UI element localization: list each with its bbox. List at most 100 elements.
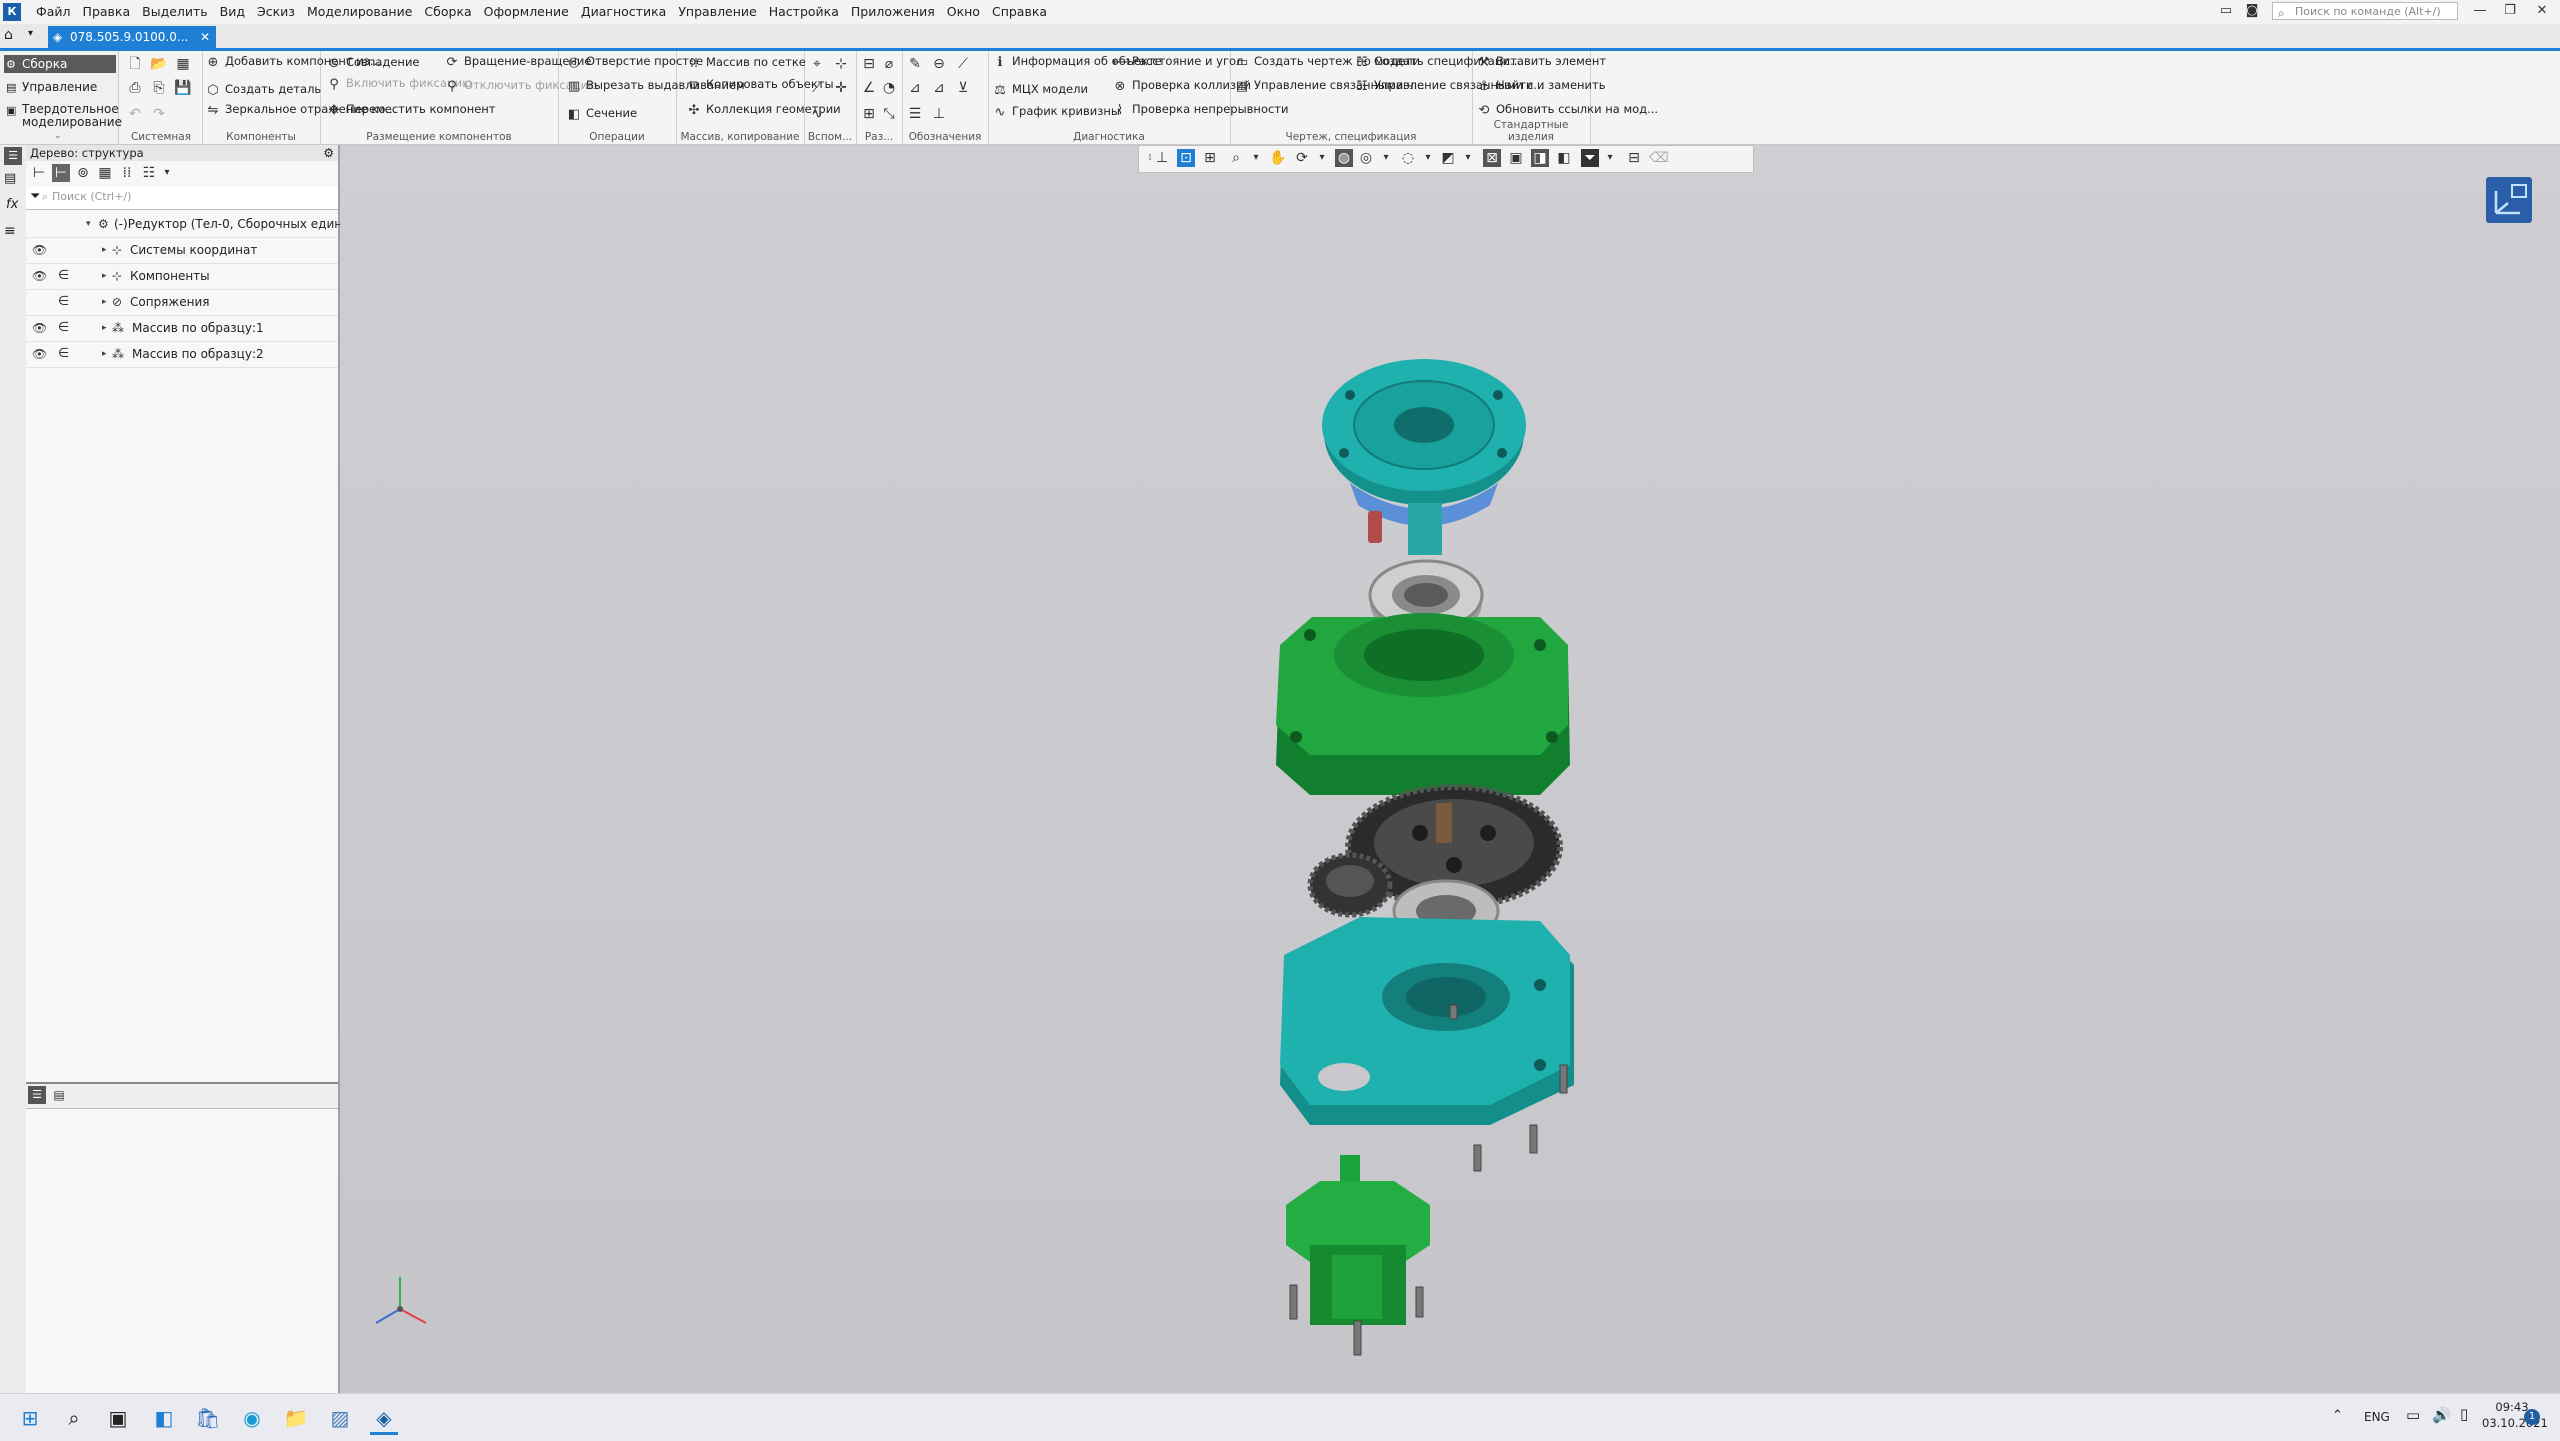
view-cube-toggle-icon[interactable]: ▣ <box>1507 149 1525 167</box>
position-icon[interactable]: ⊻ <box>954 79 972 97</box>
chevron-down-icon[interactable]: ▾ <box>1419 149 1437 167</box>
manage-linked-drawings-button[interactable]: ▤ Управление связанными ч... <box>1234 79 1425 94</box>
tree-list-icon[interactable]: ☷ <box>140 164 158 182</box>
section-view-icon[interactable]: ◩ <box>1439 149 1457 167</box>
move-component-button[interactable]: ✥ Переместить компонент <box>326 103 496 118</box>
variables-fx-icon[interactable]: fx <box>6 197 18 212</box>
aux-curve-icon[interactable]: ∿ <box>808 105 826 123</box>
aux-line-icon[interactable]: ⟋ <box>808 79 826 97</box>
dimension-leader-icon[interactable]: ⤡ <box>880 105 898 123</box>
top-cover-part[interactable] <box>1322 359 1526 555</box>
gear-icon[interactable]: ⚙ <box>323 145 334 161</box>
coincidence-button[interactable]: ⊜ Совпадение <box>326 56 436 71</box>
chevron-right-icon[interactable]: ▸ <box>102 315 107 341</box>
menu-formatting[interactable]: Оформление <box>478 0 575 24</box>
create-spec-button[interactable]: ☷ Создать спецификаци... <box>1354 55 1521 70</box>
file-explorer-icon[interactable]: 📁 <box>282 1404 310 1432</box>
tree-tab-icon[interactable]: ☰ <box>28 1086 46 1104</box>
language-indicator[interactable]: ENG <box>2364 1410 2390 1424</box>
dimension-auto-icon[interactable]: ⊞ <box>860 105 878 123</box>
perspective-icon[interactable]: ⊠ <box>1483 149 1501 167</box>
command-search-input[interactable]: ⌕ Поиск по команде (Alt+/) <box>2272 2 2458 20</box>
manage-linked-specs-button[interactable]: ☷ Управление связанными с... <box>1354 79 1544 94</box>
tree-row-mates[interactable]: ∈ ▸ ⊘ Сопряжения <box>26 289 338 316</box>
3d-viewport[interactable]: ⁞ ⊥ ⊡ ⊞ ⌕ ▾ ✋ ⟳ ▾ ◍ ◎ ▾ ◌ ▾ ◩ ▾ ⊠ ▣ ◨ ◧ … <box>340 145 2560 1393</box>
eye-icon[interactable]: 👁 <box>32 263 47 289</box>
orientation-icon[interactable]: ⊥ <box>1153 149 1171 167</box>
curvature-graph-button[interactable]: ∿ График кривизны <box>992 105 1120 120</box>
add-component-button[interactable]: ⊕ Добавить компонент из... <box>205 55 381 70</box>
chevron-down-icon[interactable]: ▾ <box>28 28 33 39</box>
rotation-button[interactable]: ⟳ Вращение-вращение <box>444 55 592 70</box>
chevron-down-icon[interactable]: ▾ <box>1459 149 1477 167</box>
chevron-down-icon[interactable]: ▾ <box>1313 149 1331 167</box>
start-windows-icon[interactable]: ⊞ <box>16 1404 44 1432</box>
rotate-view-icon[interactable]: ⟳ <box>1293 149 1311 167</box>
disable-fix-button[interactable]: ⚲ Отключить фиксацию <box>444 79 598 94</box>
chevron-down-icon[interactable]: ▾ <box>86 211 91 237</box>
restore-button[interactable]: ❐ <box>2496 0 2524 24</box>
mirror-button[interactable]: ⇋ Зеркальное отражение ко... <box>205 103 397 118</box>
object-info-button[interactable]: ℹ Информация об объекте <box>992 55 1162 70</box>
tree-mates-icon[interactable]: ⊚ <box>74 164 92 182</box>
chevron-up-icon[interactable]: ⌃ <box>2332 1408 2343 1423</box>
properties-tab-icon[interactable]: ▤ <box>50 1086 68 1104</box>
find-replace-button[interactable]: ⚓ Найти и заменить <box>1476 79 1605 94</box>
leader-icon[interactable]: ⟋ <box>954 55 972 73</box>
mode-assembly[interactable]: ⚙ Сборка <box>4 55 116 73</box>
aux-axis-icon[interactable]: ⊹ <box>832 55 850 73</box>
aux-point-icon[interactable]: ✛ <box>832 79 850 97</box>
gearbox-assembly-model[interactable] <box>1240 325 1620 1385</box>
zoom-fit-icon[interactable]: ⊡ <box>1177 149 1195 167</box>
text-note-icon[interactable]: ☰ <box>906 105 924 123</box>
tolerance-icon[interactable]: ⊿ <box>906 79 924 97</box>
aux-plane-icon[interactable]: ⌖ <box>808 55 826 73</box>
menu-assembly[interactable]: Сборка <box>418 0 477 24</box>
tree-filter-view-icon[interactable]: ▦ <box>96 164 114 182</box>
menu-sketch[interactable]: Эскиз <box>251 0 301 24</box>
menu-window[interactable]: Окно <box>941 0 986 24</box>
store-icon[interactable]: 🛍 <box>194 1404 222 1432</box>
output-housing-part[interactable] <box>1286 1155 1430 1325</box>
create-part-button[interactable]: ⬡ Создать деталь <box>205 83 321 98</box>
menu-management[interactable]: Управление <box>672 0 762 24</box>
photos-icon[interactable]: ▨ <box>326 1404 354 1432</box>
tree-row-coordinate-systems[interactable]: 👁 ▸ ⊹ Системы координат <box>26 237 338 264</box>
search-icon[interactable]: ⌕ <box>60 1404 88 1432</box>
menu-settings[interactable]: Настройка <box>763 0 845 24</box>
mode-management[interactable]: ▤ Управление <box>4 79 116 95</box>
menu-edit[interactable]: Правка <box>77 0 137 24</box>
geometry-collection-button[interactable]: ✣ Коллекция геометрии <box>686 103 841 118</box>
chevron-down-icon[interactable]: ⌄ <box>54 131 62 141</box>
pan-icon[interactable]: ✋ <box>1269 149 1287 167</box>
network-icon[interactable]: ▭ <box>2406 1406 2420 1424</box>
close-window-button[interactable]: ✕ <box>2528 0 2556 24</box>
include-in-calc-icon[interactable]: ∈ <box>58 315 69 341</box>
eye-icon[interactable]: 👁 <box>32 315 47 341</box>
task-view-icon[interactable]: ▣ <box>104 1404 132 1432</box>
menu-applications[interactable]: Приложения <box>845 0 941 24</box>
dimension-diameter-icon[interactable]: ⌀ <box>880 55 898 73</box>
chevron-down-icon[interactable]: ▾ <box>1601 149 1619 167</box>
tree-group-icon[interactable]: ⁞⁞ <box>118 164 136 182</box>
dimension-radius-icon[interactable]: ◔ <box>880 79 898 97</box>
hole-simple-button[interactable]: ◎ Отверстие простое <box>566 55 703 70</box>
zoom-window-icon[interactable]: ⊞ <box>1201 149 1219 167</box>
camera-icon[interactable]: ◙ <box>2238 0 2266 24</box>
battery-icon[interactable]: ▯ <box>2460 1405 2468 1423</box>
mass-props-button[interactable]: ⚖ МЦХ модели <box>992 83 1104 98</box>
filter-icon[interactable]: ⏷ <box>1581 149 1599 167</box>
tree-panel-icon[interactable]: ☰ <box>4 147 22 165</box>
cut-extrude-button[interactable]: ▥ Вырезать выдавливанием <box>566 79 745 94</box>
hide-show-icon[interactable]: ◌ <box>1399 149 1417 167</box>
undo-icon[interactable]: ↶ <box>126 105 144 123</box>
update-links-button[interactable]: ⟲ Обновить ссылки на мод... <box>1476 103 1659 118</box>
document-tab[interactable]: ◈ 078.505.9.0100.0... ✕ <box>48 26 216 48</box>
preview-icon[interactable]: ⎘ <box>150 79 168 97</box>
base-icon[interactable]: ⊖ <box>930 55 948 73</box>
eye-icon[interactable]: 👁 <box>32 341 47 367</box>
tree-search-input[interactable]: ⏷ ⌕ Поиск (Ctrl+/) <box>26 187 338 210</box>
mark-icon[interactable]: ⊿ <box>930 79 948 97</box>
menu-modeling[interactable]: Моделирование <box>301 0 418 24</box>
dimension-linear-icon[interactable]: ⊟ <box>860 55 878 73</box>
